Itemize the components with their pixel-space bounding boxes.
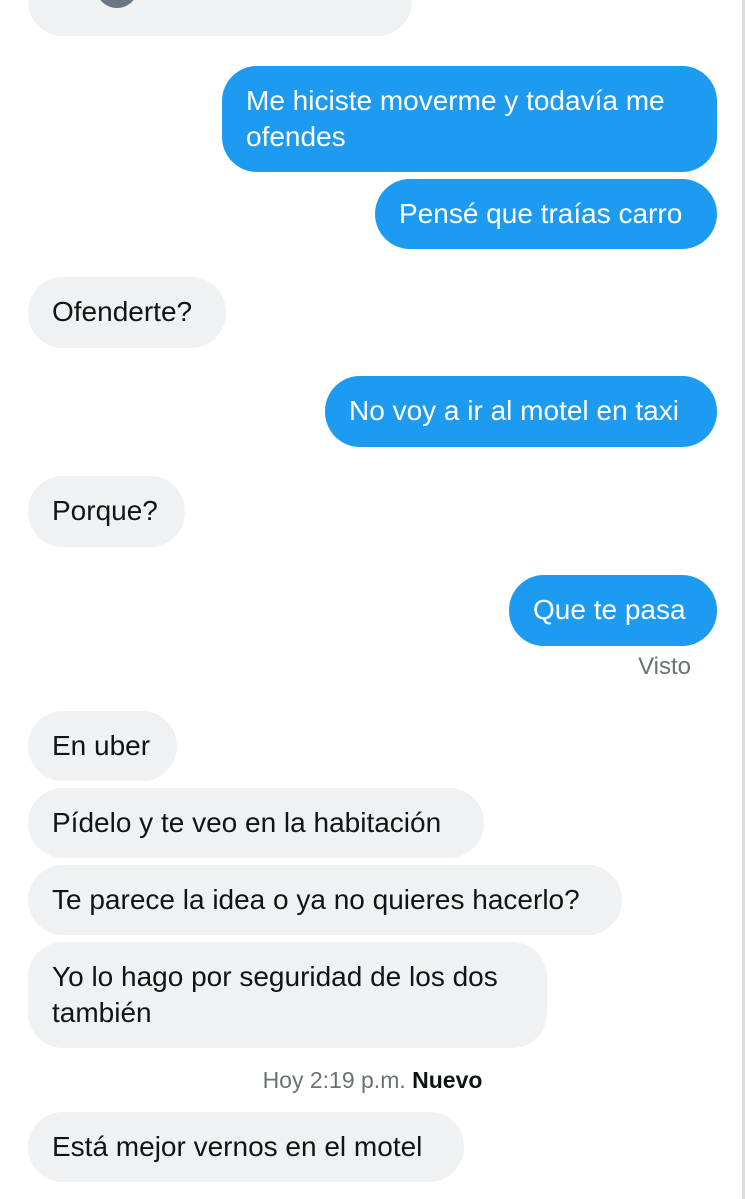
message-bubble-received[interactable]: Ofenderte? bbox=[28, 277, 226, 348]
message-bubble-sent[interactable]: Que te pasa bbox=[509, 575, 717, 646]
message-bubble-received[interactable]: Porque? bbox=[28, 476, 185, 547]
new-messages-label: Nuevo bbox=[412, 1067, 483, 1093]
read-receipt: Visto bbox=[638, 653, 691, 680]
message-bubble-received[interactable]: Está mejor vernos en el motel bbox=[28, 1112, 464, 1182]
message-timestamp: Hoy 2:19 p.m. Nuevo bbox=[0, 1065, 745, 1095]
message-bubble-received[interactable]: En uber bbox=[28, 711, 177, 781]
message-bubble-sent[interactable]: No voy a ir al motel en taxi bbox=[325, 376, 717, 447]
message-bubble-sent[interactable]: Me hiciste moverme y todavía me ofendes bbox=[222, 66, 717, 172]
message-bubble-received[interactable]: Yo lo hago por seguridad de los dos tamb… bbox=[28, 942, 547, 1048]
message-bubble-sent[interactable]: Pensé que traías carro bbox=[375, 179, 717, 249]
message-bubble-received[interactable]: Te parece la idea o ya no quieres hacerl… bbox=[28, 865, 622, 935]
message-bubble-received[interactable]: Pídelo y te veo en la habitación bbox=[28, 788, 484, 858]
message-bubble-received-partial bbox=[28, 0, 412, 36]
timestamp-time: Hoy 2:19 p.m. bbox=[262, 1067, 406, 1093]
